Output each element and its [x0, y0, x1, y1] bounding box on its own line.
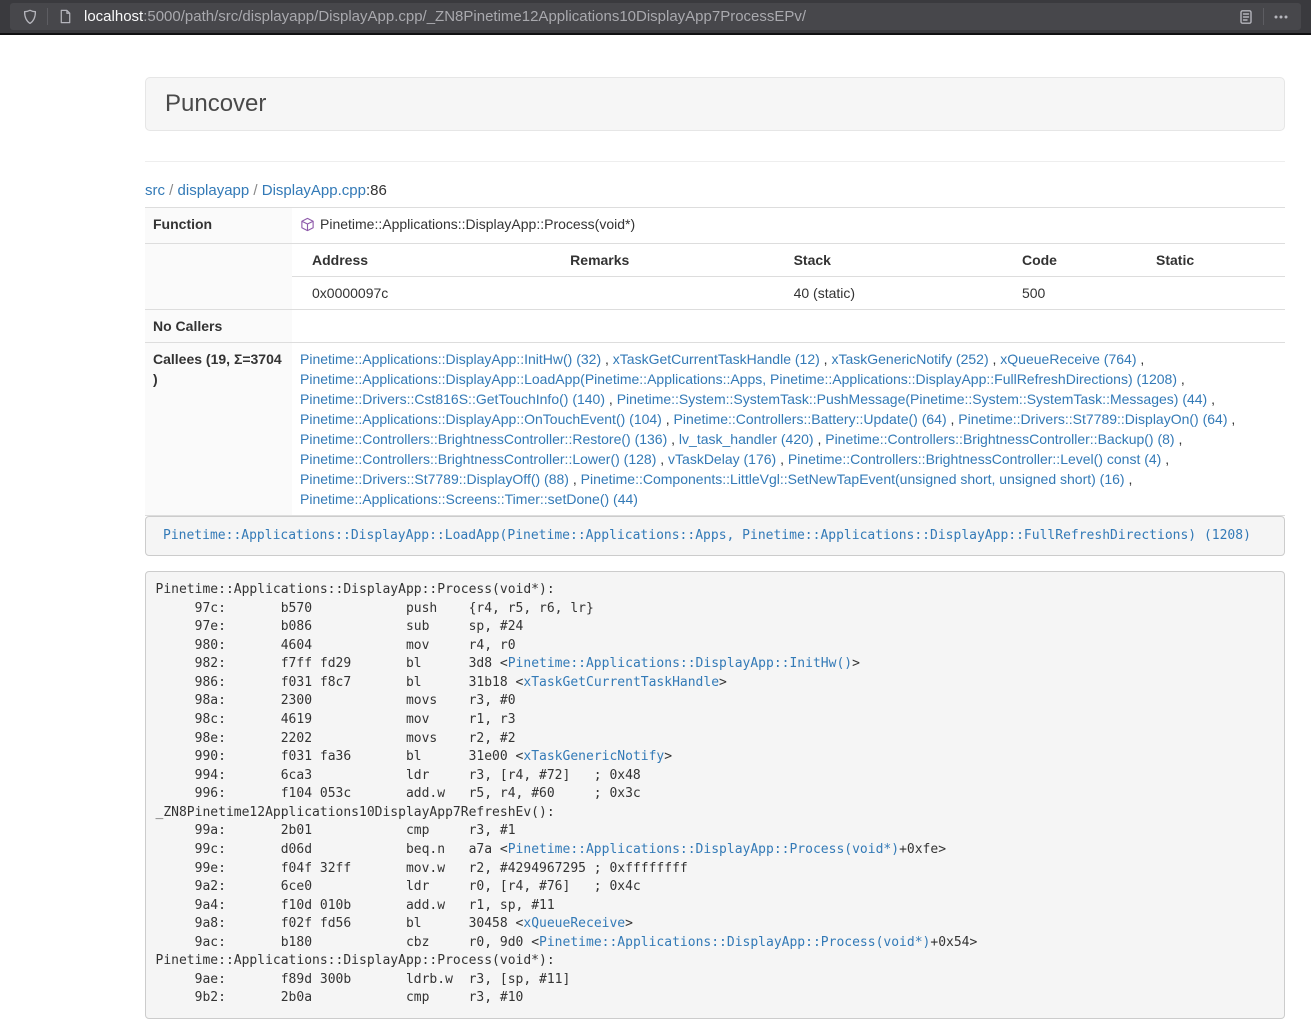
- function-row: Function Pinetime::Applications::Display…: [145, 208, 1285, 244]
- asm-symbol-link[interactable]: xTaskGetCurrentTaskHandle: [523, 675, 719, 690]
- metric-value: 500: [1002, 277, 1136, 310]
- callee-link[interactable]: Pinetime::Drivers::Cst816S::GetTouchInfo…: [300, 391, 605, 407]
- callee-link[interactable]: Pinetime::Applications::DisplayApp::OnTo…: [300, 411, 662, 427]
- callee-separator: ,: [1228, 411, 1236, 427]
- callee-link[interactable]: Pinetime::Applications::DisplayApp::Load…: [300, 371, 1177, 387]
- metrics-value-row: 0x0000097c 40 (static)500: [292, 277, 1285, 310]
- url-bar[interactable]: localhost:5000/path/src/displayapp/Displ…: [10, 3, 1301, 30]
- page-content: Puncover src / displayapp / DisplayApp.c…: [145, 77, 1285, 1019]
- callee-link[interactable]: vTaskDelay (176): [668, 451, 776, 467]
- asm-symbol-link[interactable]: Pinetime::Applications::DisplayApp::Proc…: [508, 842, 899, 857]
- breadcrumb-link[interactable]: src: [145, 182, 165, 199]
- callee-link[interactable]: Pinetime::System::SystemTask::PushMessag…: [617, 391, 1208, 407]
- callee-link[interactable]: xTaskGetCurrentTaskHandle (12): [613, 351, 820, 367]
- column-header: Address: [292, 244, 550, 277]
- callee-separator: ,: [662, 411, 674, 427]
- browser-toolbar: localhost:5000/path/src/displayapp/Displ…: [0, 0, 1311, 35]
- callee-separator: ,: [820, 351, 832, 367]
- metrics-cell: AddressRemarksStackCodeStatic 0x0000097c…: [292, 244, 1285, 310]
- method-cube-icon: [300, 217, 315, 237]
- breadcrumb-separator: /: [165, 182, 178, 199]
- breadcrumb-line-number: :86: [366, 182, 387, 199]
- column-header: Stack: [774, 244, 1002, 277]
- callee-separator: ,: [656, 451, 668, 467]
- reader-mode-icon[interactable]: [1235, 6, 1257, 28]
- breadcrumb-separator: /: [249, 182, 262, 199]
- function-name: Pinetime::Applications::DisplayApp::Proc…: [320, 216, 635, 232]
- breadcrumb-link[interactable]: DisplayApp.cpp: [262, 182, 366, 199]
- shield-icon[interactable]: [19, 6, 41, 28]
- metric-value: 0x0000097c: [292, 277, 550, 310]
- callee-link[interactable]: xTaskGenericNotify (252): [831, 351, 988, 367]
- page-actions-icon[interactable]: [1270, 6, 1292, 28]
- function-table: Function Pinetime::Applications::Display…: [145, 207, 1285, 516]
- no-callers-row: No Callers: [145, 310, 1285, 343]
- metrics-row-label: [145, 244, 292, 310]
- callee-link[interactable]: xQueueReceive (764): [1000, 351, 1136, 367]
- column-header: Code: [1002, 244, 1136, 277]
- callee-separator: ,: [1161, 451, 1169, 467]
- url-text[interactable]: localhost:5000/path/src/displayapp/Displ…: [84, 8, 1225, 25]
- callee-link[interactable]: Pinetime::Controllers::BrightnessControl…: [825, 431, 1174, 447]
- metric-value: [1136, 277, 1285, 310]
- callee-separator: ,: [989, 351, 1001, 367]
- metrics-table: AddressRemarksStackCodeStatic 0x0000097c…: [292, 244, 1285, 309]
- callee-link[interactable]: Pinetime::Controllers::Battery::Update()…: [674, 411, 947, 427]
- metric-value: 40 (static): [774, 277, 1002, 310]
- callees-cell: Pinetime::Applications::DisplayApp::Init…: [292, 343, 1285, 516]
- page-info-icon[interactable]: [54, 6, 76, 28]
- callee-separator: ,: [814, 431, 826, 447]
- asm-symbol-link[interactable]: xQueueReceive: [523, 916, 625, 931]
- callee-link[interactable]: Pinetime::Drivers::St7789::DisplayOn() (…: [958, 411, 1227, 427]
- callee-separator: ,: [601, 351, 613, 367]
- callee-separator: ,: [947, 411, 959, 427]
- callee-link[interactable]: Pinetime::Controllers::BrightnessControl…: [300, 451, 656, 467]
- breadcrumb: src / displayapp / DisplayApp.cpp:86: [145, 182, 1285, 199]
- callee-separator: ,: [776, 451, 788, 467]
- callee-link[interactable]: Pinetime::Applications::DisplayApp::Init…: [300, 351, 601, 367]
- column-header: Remarks: [550, 244, 773, 277]
- callee-separator: ,: [1175, 431, 1183, 447]
- url-host: localhost: [84, 8, 143, 25]
- column-header: Static: [1136, 244, 1285, 277]
- callee-link[interactable]: Pinetime::Applications::Screens::Timer::…: [300, 491, 638, 507]
- callee-link[interactable]: Pinetime::Drivers::St7789::DisplayOff() …: [300, 471, 569, 487]
- metric-value: [550, 277, 773, 310]
- site-title: Puncover: [165, 91, 1265, 117]
- callee-separator: ,: [1207, 391, 1215, 407]
- metrics-row: AddressRemarksStackCodeStatic 0x0000097c…: [145, 244, 1285, 310]
- urlbar-divider-2: [1263, 8, 1264, 25]
- asm-symbol-link[interactable]: xTaskGenericNotify: [523, 749, 664, 764]
- asm-symbol-link[interactable]: Pinetime::Applications::DisplayApp::Init…: [508, 656, 852, 671]
- callee-separator: ,: [667, 431, 679, 447]
- callee-link[interactable]: Pinetime::Controllers::BrightnessControl…: [300, 431, 667, 447]
- callee-link[interactable]: lv_task_handler (420): [679, 431, 814, 447]
- no-callers-label: No Callers: [145, 310, 292, 343]
- callee-separator: ,: [569, 471, 581, 487]
- function-label: Function: [145, 208, 292, 244]
- callee-separator: ,: [1136, 351, 1144, 367]
- url-path: :5000/path/src/displayapp/DisplayApp.cpp…: [143, 8, 806, 25]
- section-divider: [145, 161, 1285, 162]
- callee-separator: ,: [605, 391, 617, 407]
- asm-symbol-link[interactable]: Pinetime::Applications::DisplayApp::Proc…: [539, 935, 930, 950]
- callee-separator: ,: [1125, 471, 1133, 487]
- disassembly: Pinetime::Applications::DisplayApp::Proc…: [145, 571, 1285, 1019]
- metrics-header-row: AddressRemarksStackCodeStatic: [292, 244, 1285, 277]
- no-callers-cell: [292, 310, 1285, 343]
- callee-separator: ,: [1177, 371, 1185, 387]
- function-name-cell: Pinetime::Applications::DisplayApp::Proc…: [292, 208, 1285, 244]
- breadcrumb-link[interactable]: displayapp: [178, 182, 250, 199]
- highlighted-callee-link[interactable]: Pinetime::Applications::DisplayApp::Load…: [163, 528, 1251, 543]
- callees-row: Callees (19, Σ=3704 ) Pinetime::Applicat…: [145, 343, 1285, 516]
- urlbar-divider: [47, 8, 48, 25]
- callees-label: Callees (19, Σ=3704 ): [145, 343, 292, 516]
- callee-link[interactable]: Pinetime::Controllers::BrightnessControl…: [788, 451, 1161, 467]
- site-title-panel: Puncover: [145, 77, 1285, 131]
- callee-link[interactable]: Pinetime::Components::LittleVgl::SetNewT…: [581, 471, 1125, 487]
- highlighted-callee-box: Pinetime::Applications::DisplayApp::Load…: [145, 516, 1285, 556]
